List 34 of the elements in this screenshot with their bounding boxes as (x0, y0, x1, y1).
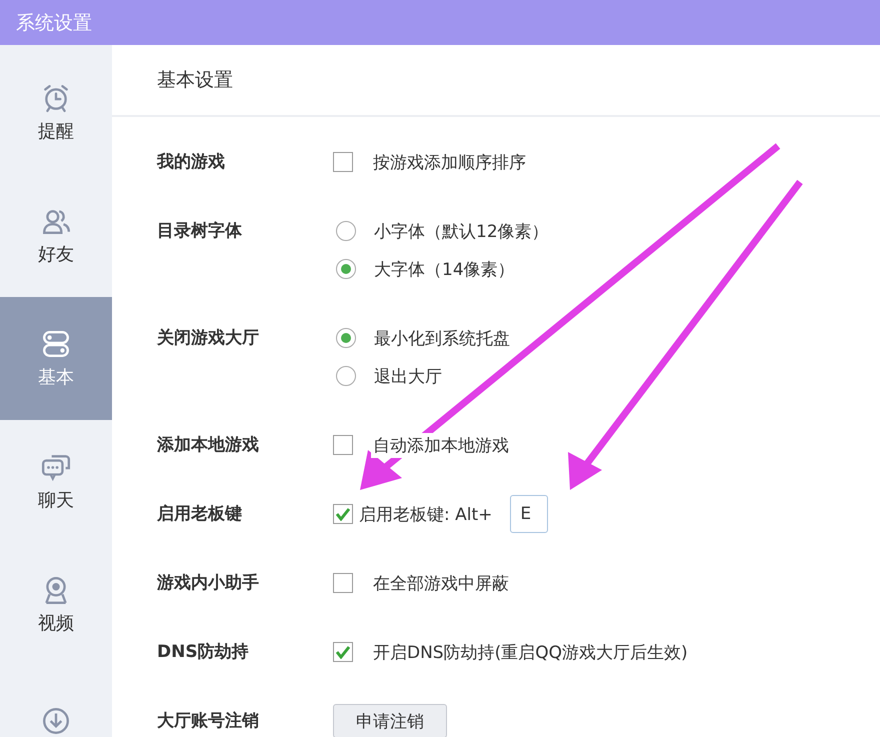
toggles-icon (41, 328, 71, 358)
window-title: 系统设置 (16, 10, 92, 36)
setting-label: 大厅账号注销 (157, 710, 260, 733)
sidebar-item[interactable]: 提醒 (0, 51, 112, 174)
radio-button[interactable] (336, 259, 356, 279)
setting-label: 添加本地游戏 (157, 434, 260, 457)
sidebar-item[interactable]: 视频 (0, 543, 112, 666)
hotkey-field[interactable]: E (510, 495, 548, 533)
sidebar-item[interactable]: 聊天 (0, 420, 112, 543)
setting-label: DNS防劫持 (157, 641, 250, 664)
sidebar-item[interactable]: 好友 (0, 174, 112, 297)
option-label: 最小化到系统托盘 (374, 328, 510, 350)
option-label: 启用老板键: Alt+ (359, 504, 492, 526)
radio-button[interactable] (336, 221, 356, 241)
setting-label: 游戏内小助手 (157, 572, 260, 595)
option-label: 大字体（14像素） (374, 258, 515, 280)
radio-button[interactable] (336, 366, 356, 386)
option-label: 自动添加本地游戏 (371, 432, 511, 458)
checkbox[interactable] (333, 642, 353, 662)
option-label: 小字体（默认12像素） (374, 220, 549, 242)
cancel-account-button[interactable]: 申请注销 (333, 704, 447, 737)
section-title: 基本设置 (157, 68, 233, 93)
setting-label: 关闭游戏大厅 (157, 327, 260, 350)
checkbox[interactable] (333, 504, 353, 524)
checkbox[interactable] (333, 573, 353, 593)
download-icon (41, 706, 71, 736)
setting-label: 我的游戏 (157, 151, 226, 174)
setting-label: 启用老板键 (157, 503, 243, 526)
checkbox[interactable] (333, 435, 353, 455)
setting-label: 目录树字体 (157, 220, 243, 243)
alarm-icon (41, 82, 71, 112)
checkbox[interactable] (333, 152, 353, 172)
option-label: 退出大厅 (374, 366, 442, 388)
radio-button[interactable] (336, 328, 356, 348)
